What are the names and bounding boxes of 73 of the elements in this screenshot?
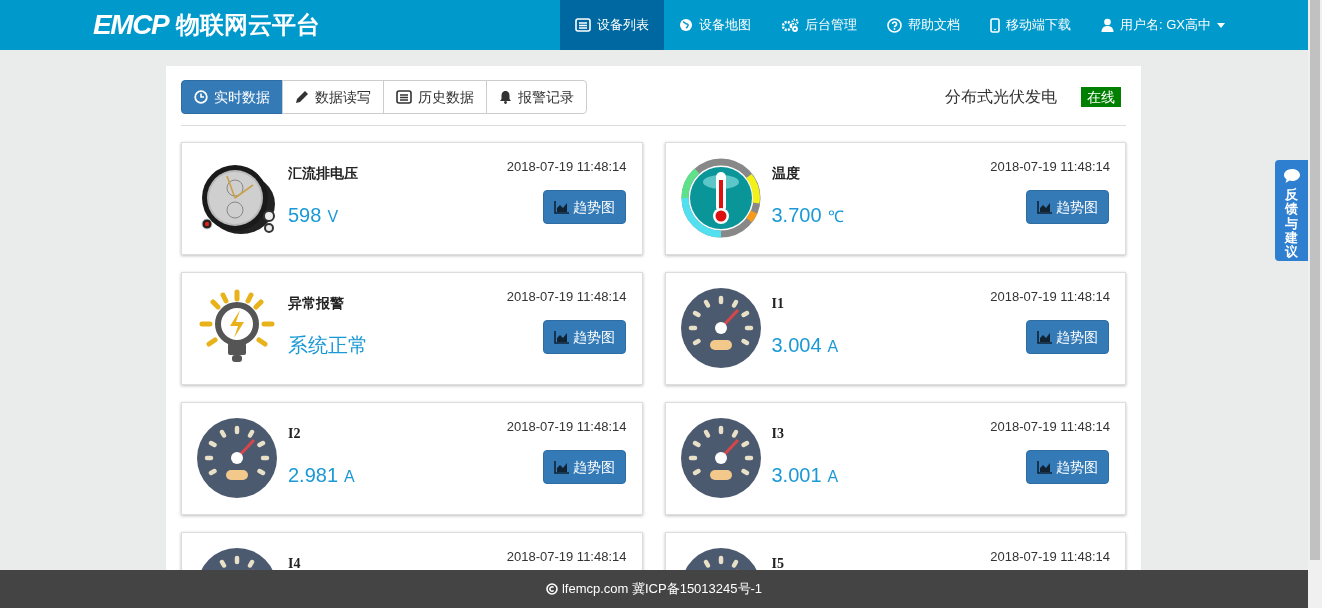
unit-label: A xyxy=(344,467,355,487)
tab[interactable]: 历史数据 xyxy=(383,80,487,114)
reading-value: 3.001 xyxy=(771,463,822,488)
scrollbar[interactable] xyxy=(1308,0,1322,608)
unit-label: A xyxy=(827,467,839,487)
trend-chart-button[interactable]: 趋势图 xyxy=(1026,450,1109,484)
logo: EMCP xyxy=(93,11,169,39)
card-title: I4 xyxy=(288,555,301,573)
thermometer-icon xyxy=(680,158,761,238)
timestamp: 2018-07-19 11:48:14 xyxy=(990,158,1110,176)
phone-icon xyxy=(990,17,1000,33)
nav-link[interactable]: 帮助文档 xyxy=(872,0,975,50)
list-icon xyxy=(575,18,591,32)
timestamp: 2018-07-19 11:48:14 xyxy=(990,418,1110,436)
tab[interactable]: 实时数据 xyxy=(181,80,283,114)
card-title: 温度 xyxy=(771,165,801,183)
nav-link[interactable]: 后台管理 xyxy=(766,0,872,50)
card-title: 异常报警 xyxy=(288,295,345,313)
nav-link[interactable]: 设备地图 xyxy=(664,0,766,50)
area-chart-icon xyxy=(1037,330,1052,344)
unit-label: V xyxy=(327,207,339,227)
trend-chart-button[interactable]: 趋势图 xyxy=(1026,320,1109,354)
gauge-icon xyxy=(197,418,277,498)
globe-icon xyxy=(679,18,693,32)
pencil-icon xyxy=(295,90,309,104)
timestamp: 2018-07-19 11:48:14 xyxy=(506,418,627,436)
reading-value: 系统正常 xyxy=(288,333,368,358)
card-title: 汇流排电压 xyxy=(288,165,358,183)
tab[interactable]: 数据读写 xyxy=(282,80,384,114)
reading-value: 598 xyxy=(288,203,322,228)
reading-value: 3.004 xyxy=(771,333,822,358)
footer-text: lfemcp.com 冀ICP备15013245号-1 xyxy=(561,580,763,599)
timestamp: 2018-07-19 11:48:14 xyxy=(990,548,1110,566)
card-title: I2 xyxy=(288,425,302,443)
trend-chart-button[interactable]: 趋势图 xyxy=(542,450,626,484)
timestamp: 2018-07-19 11:48:14 xyxy=(990,288,1110,306)
card-title: I1 xyxy=(771,295,785,313)
trend-chart-button[interactable]: 趋势图 xyxy=(542,190,626,224)
gauge-icon xyxy=(680,418,761,498)
speech-bubble-icon xyxy=(1282,168,1301,184)
caret-icon xyxy=(1217,22,1225,28)
site-title: 物联网云平台 xyxy=(176,10,321,40)
tab[interactable]: 报警记录 xyxy=(486,80,587,114)
device-name: 分布式光伏发电 xyxy=(945,87,1057,107)
clock-icon xyxy=(194,90,208,104)
area-chart-icon xyxy=(553,200,569,214)
area-chart-icon xyxy=(553,330,569,344)
area-chart-icon xyxy=(1037,200,1052,214)
question-icon xyxy=(887,17,902,33)
card-title: I5 xyxy=(771,555,784,573)
list-icon xyxy=(396,90,412,104)
bell-icon xyxy=(499,90,512,104)
reading-value: 2.981 xyxy=(288,463,339,488)
reading-value: 3.700 xyxy=(771,203,822,228)
area-chart-icon xyxy=(553,460,569,474)
status-badge: 在线 xyxy=(1081,87,1121,107)
feedback-tab[interactable]: 反馈与建议 xyxy=(1275,160,1308,261)
nav-link[interactable]: 用户名: GX高中 xyxy=(1086,0,1240,50)
timestamp: 2018-07-19 11:48:14 xyxy=(506,548,627,566)
gears-icon xyxy=(781,18,799,32)
trend-chart-button[interactable]: 趋势图 xyxy=(1026,190,1109,224)
area-chart-icon xyxy=(1037,460,1052,474)
timestamp: 2018-07-19 11:48:14 xyxy=(506,158,627,176)
trend-chart-button[interactable]: 趋势图 xyxy=(542,320,626,354)
card-title: I3 xyxy=(771,425,785,443)
unit-label: ℃ xyxy=(827,207,844,227)
unit-label: A xyxy=(827,337,839,357)
timestamp: 2018-07-19 11:48:14 xyxy=(506,288,627,306)
user-icon xyxy=(1101,18,1114,32)
nav-link[interactable]: 设备列表 xyxy=(560,0,664,50)
copyright-icon xyxy=(545,583,558,595)
gauge-icon xyxy=(680,288,761,368)
nav-link[interactable]: 移动端下载 xyxy=(975,0,1086,50)
